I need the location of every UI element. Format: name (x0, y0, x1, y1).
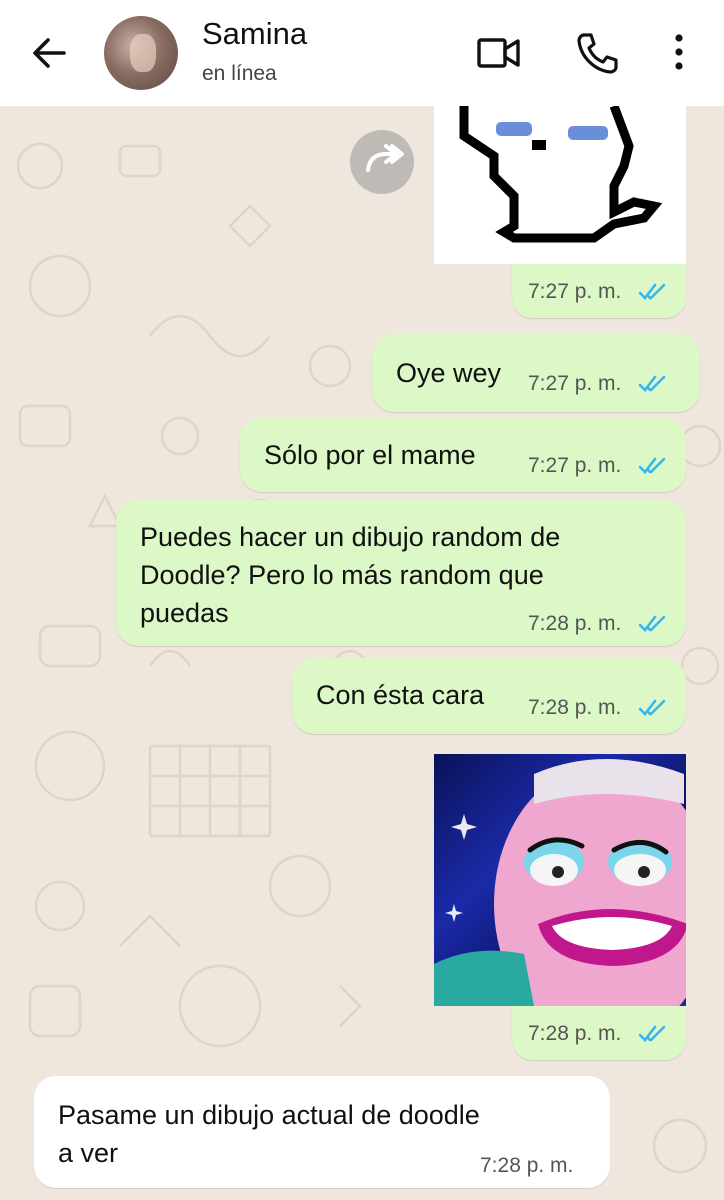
message-text: Sólo por el mame (264, 440, 476, 470)
contact-name[interactable]: Samina (202, 16, 307, 52)
double-check-icon (638, 615, 666, 632)
message-bubble[interactable]: Pasame un dibujo actual de doodle a ver … (34, 1076, 610, 1188)
message-time: 7:27 p. m. (528, 454, 622, 477)
message-time: 7:27 p. m. (528, 372, 622, 395)
message-time: 7:28 p. m. (528, 696, 622, 719)
double-check-icon (638, 699, 666, 716)
message-bubble[interactable]: Oye wey 7:27 p. m. (372, 334, 700, 412)
forward-button[interactable] (350, 130, 414, 194)
message-bubble[interactable]: Sólo por el mame 7:27 p. m. (240, 418, 686, 492)
message-bubble[interactable]: Con ésta cara 7:28 p. m. (292, 658, 686, 734)
message-bubble[interactable]: Puedes hacer un dibujo random de Doodle?… (116, 500, 686, 646)
double-check-icon (638, 283, 666, 300)
chat-area[interactable]: 7:27 p. m. Oye wey 7:27 p. m. Sólo por e… (0, 106, 724, 1200)
message-line: puedas (140, 598, 229, 628)
message-line: a ver (58, 1138, 119, 1168)
message-line: Doodle? Pero lo más random que (140, 560, 544, 590)
image-message[interactable] (434, 106, 686, 264)
message-line: Pasame un dibujo actual de doodle (58, 1100, 480, 1130)
message-text: Oye wey (396, 358, 502, 388)
double-check-icon (638, 457, 666, 474)
message-time: 7:28 p. m. (528, 612, 622, 635)
more-vertical-icon[interactable] (660, 30, 698, 76)
avatar[interactable] (104, 16, 178, 90)
character-image (434, 759, 686, 1006)
video-camera-icon[interactable] (476, 30, 522, 76)
message-time: 7:28 p. m. (480, 1154, 574, 1177)
message-time: 7:27 p. m. (528, 280, 622, 303)
arrow-left-icon[interactable] (28, 32, 70, 74)
double-check-icon (638, 375, 666, 392)
message-bubble[interactable]: 7:27 p. m. (512, 264, 686, 318)
contact-status: en línea (202, 62, 277, 85)
double-check-icon (638, 1025, 666, 1042)
phone-icon[interactable] (574, 30, 620, 76)
chat-header: Samina en línea (0, 0, 724, 106)
message-line: Puedes hacer un dibujo random de (140, 522, 561, 552)
forward-icon (366, 144, 404, 172)
message-text: Con ésta cara (316, 680, 485, 710)
message-bubble[interactable]: 7:28 p. m. (512, 1006, 686, 1060)
message-time: 7:28 p. m. (528, 1022, 622, 1045)
doodle-image (434, 106, 686, 264)
image-message[interactable] (434, 754, 686, 1006)
